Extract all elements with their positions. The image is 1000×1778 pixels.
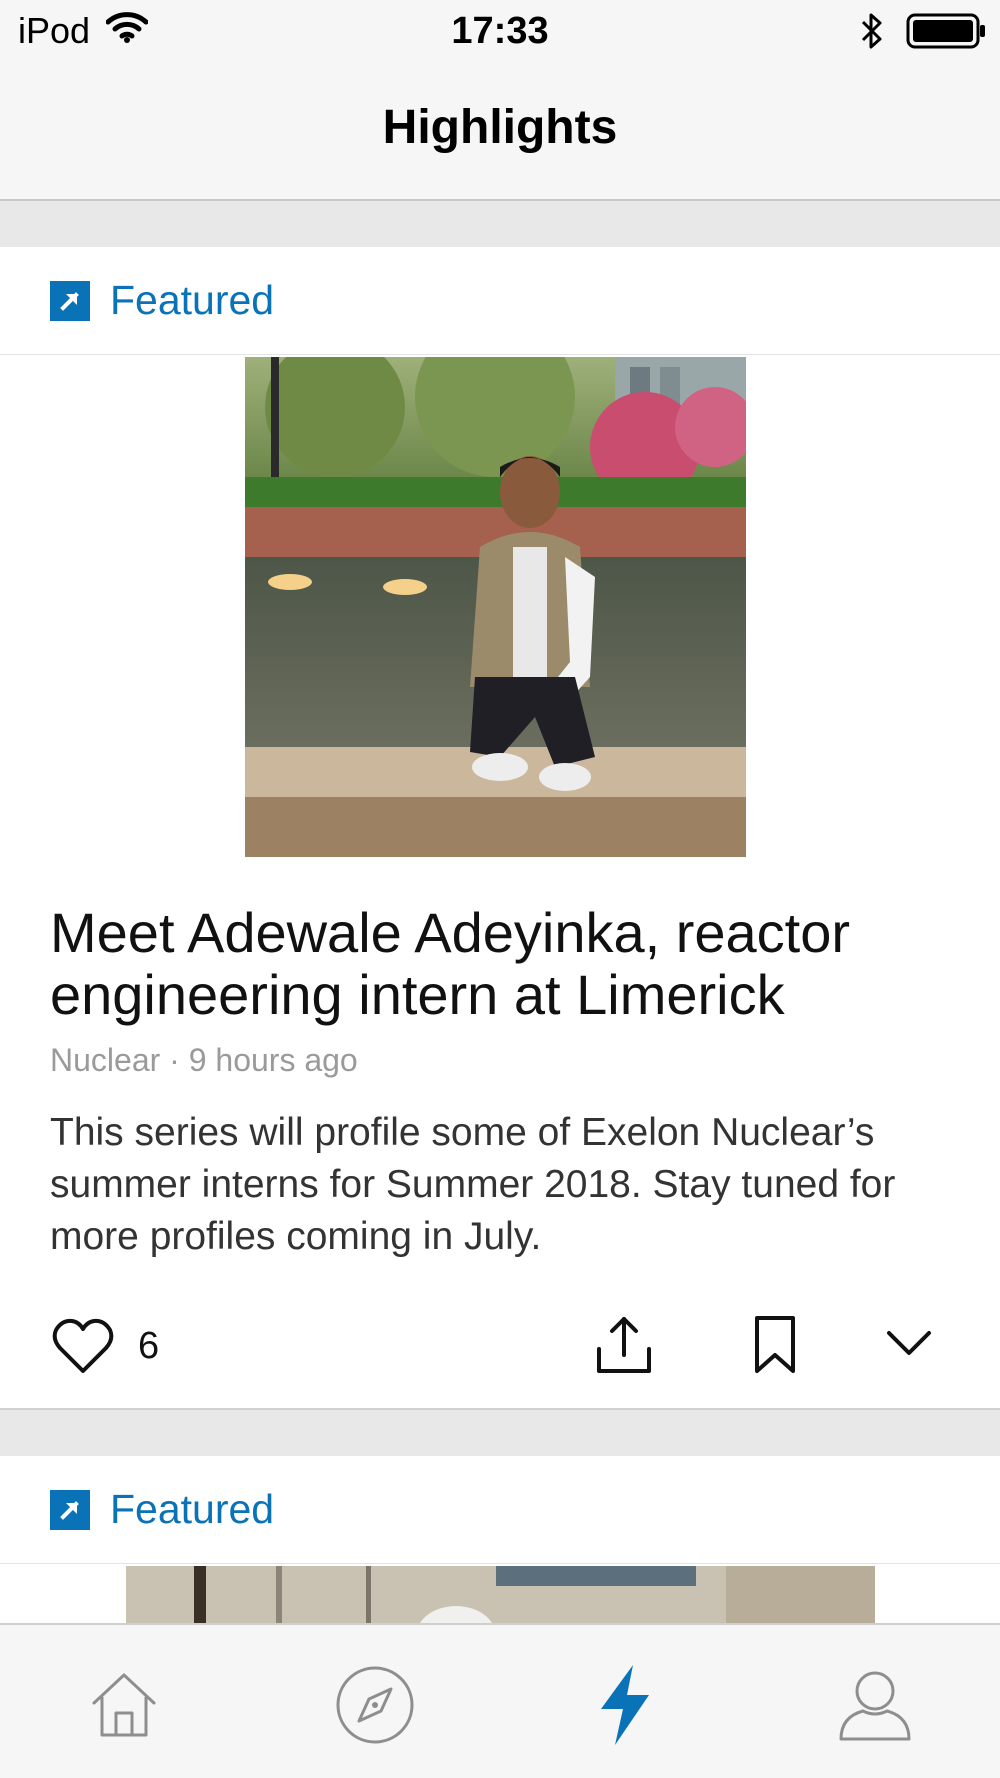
article-headline[interactable]: Meet Adewale Adeyinka, reactor engineeri…	[50, 902, 950, 1026]
arrow-up-right-icon	[50, 1489, 90, 1530]
tab-bar	[0, 1623, 1000, 1778]
article-description: This series will profile some of Exelon …	[50, 1111, 896, 1258]
feed-card[interactable]: Featured	[0, 247, 1000, 1410]
article-photo[interactable]	[245, 357, 746, 857]
featured-label: Featured	[110, 1486, 275, 1532]
article-meta: Nuclear · 9 hours ago	[50, 1042, 358, 1078]
card-actions: 6	[0, 1307, 1000, 1407]
page-title: Highlights	[382, 101, 618, 154]
bluetooth-icon	[860, 12, 884, 55]
arrow-up-right-icon	[50, 280, 90, 321]
person-icon[interactable]	[835, 1665, 915, 1745]
like-count: 6	[138, 1325, 160, 1367]
status-time: 17:33	[451, 10, 549, 52]
status-bar: iPod 17:33	[0, 0, 1000, 64]
card-header: Featured	[0, 247, 1000, 355]
lightning-icon[interactable]	[585, 1665, 665, 1745]
compass-icon[interactable]	[335, 1665, 415, 1745]
card-header: Featured	[0, 1456, 1000, 1564]
share-icon[interactable]	[594, 1313, 654, 1377]
home-icon[interactable]	[84, 1665, 164, 1745]
navigation-bar: Highlights	[0, 64, 1000, 201]
bookmark-icon[interactable]	[752, 1315, 798, 1375]
featured-label: Featured	[110, 277, 275, 323]
heart-icon[interactable]	[52, 1317, 114, 1377]
chevron-down-icon[interactable]	[884, 1325, 934, 1361]
battery-icon	[906, 12, 986, 55]
